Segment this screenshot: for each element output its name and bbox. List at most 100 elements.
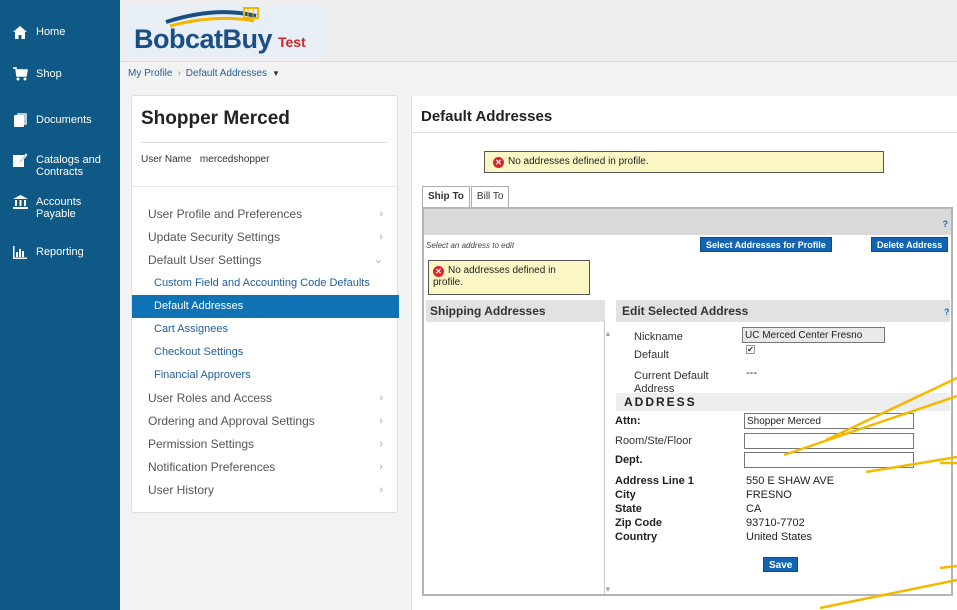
bobcatbuy-logo[interactable]: BobcatBuy Test xyxy=(126,6,324,58)
attn-field[interactable] xyxy=(744,413,914,429)
save-button[interactable]: Save xyxy=(763,557,799,572)
profile-name: Shopper Merced xyxy=(141,108,290,129)
dept-label: Dept. xyxy=(615,454,643,466)
nav-item-reporting[interactable]: Reporting xyxy=(0,244,90,260)
breadcrumb-default-addresses[interactable]: Default Addresses xyxy=(186,68,267,79)
address-tabs: Ship To Bill To xyxy=(422,186,510,207)
menu-label: User History xyxy=(148,483,215,497)
nav-label-documents: Documents xyxy=(36,114,92,126)
country-label: Country xyxy=(615,531,658,543)
menu-permission-settings[interactable]: Permission Settings › xyxy=(132,433,399,456)
tab-bill-to[interactable]: Bill To xyxy=(470,186,510,207)
chevron-right-icon: › xyxy=(379,208,383,220)
documents-icon xyxy=(12,112,28,128)
error-icon: ✕ xyxy=(493,157,504,168)
default-label: Default xyxy=(634,349,669,361)
menu-notification-preferences[interactable]: Notification Preferences › xyxy=(132,456,399,479)
breadcrumb-my-profile[interactable]: My Profile xyxy=(128,68,172,79)
menu-label: Custom Field and Accounting Code Default… xyxy=(154,277,370,289)
menu-ordering-approval[interactable]: Ordering and Approval Settings › xyxy=(132,410,399,433)
menu-default-addresses[interactable]: Default Addresses xyxy=(132,295,399,318)
menu-custom-field-defaults[interactable]: Custom Field and Accounting Code Default… xyxy=(132,272,399,295)
address-section-header: ADDRESS xyxy=(616,393,950,411)
menu-user-roles[interactable]: User Roles and Access › xyxy=(132,387,399,410)
nav-label-shop: Shop xyxy=(36,68,62,80)
nav-item-catalogs[interactable]: Catalogs and Contracts xyxy=(0,152,120,178)
country-value: United States xyxy=(746,531,813,543)
nav-label-catalogs: Catalogs and Contracts xyxy=(36,154,101,178)
state-label: State xyxy=(615,503,642,515)
username-row: User Name mercedshopper xyxy=(141,154,269,165)
left-nav: Home Shop Documents Catalogs and Contrac… xyxy=(0,0,120,610)
menu-label: Checkout Settings xyxy=(154,346,244,358)
scroll-down-icon[interactable]: ▼ xyxy=(604,585,612,594)
error-icon: ✕ xyxy=(433,266,444,277)
username-value: mercedshopper xyxy=(199,154,270,165)
profile-card: Shopper Merced User Name mercedshopper U… xyxy=(131,95,399,513)
scroll-up-icon[interactable]: ▲ xyxy=(604,329,612,338)
menu-label: User Profile and Preferences xyxy=(148,207,303,221)
warning-banner: ✕ No addresses defined in profile. xyxy=(484,151,884,173)
city-value: FRESNO xyxy=(746,489,792,501)
breadcrumb-dropdown-icon[interactable]: ▼ xyxy=(272,69,280,78)
menu-default-user-settings[interactable]: Default User Settings ⌄ xyxy=(132,249,399,272)
logo-wordmark: BobcatBuy xyxy=(134,24,273,54)
nav-item-accounts-payable[interactable]: Accounts Payable xyxy=(0,194,120,220)
profile-menu: User Profile and Preferences › Update Sec… xyxy=(132,203,399,502)
attn-label: Attn: xyxy=(615,415,641,427)
cart-icon xyxy=(12,66,28,82)
menu-user-history[interactable]: User History › xyxy=(132,479,399,502)
page-title: Default Addresses xyxy=(421,108,553,125)
menu-label: Notification Preferences xyxy=(148,460,276,474)
chevron-right-icon: › xyxy=(379,392,383,404)
tab-ship-to[interactable]: Ship To xyxy=(422,186,470,207)
chevron-down-icon: ⌄ xyxy=(373,254,383,266)
shipping-addresses-list[interactable] xyxy=(426,322,605,594)
edit-address-title: Edit Selected Address xyxy=(622,304,749,318)
nickname-field[interactable] xyxy=(742,327,885,343)
room-field[interactable] xyxy=(744,433,914,449)
nav-item-home[interactable]: Home xyxy=(0,24,71,40)
menu-financial-approvers[interactable]: Financial Approvers xyxy=(132,364,399,387)
dept-field[interactable] xyxy=(744,452,914,468)
help-icon[interactable]: ? xyxy=(943,219,949,229)
help-icon[interactable]: ? xyxy=(944,307,950,317)
divider xyxy=(141,142,388,143)
menu-label: Permission Settings xyxy=(148,437,255,451)
chart-icon xyxy=(12,244,28,260)
nav-label-accounts-payable: Accounts Payable xyxy=(36,196,82,220)
select-addresses-button[interactable]: Select Addresses for Profile xyxy=(700,237,832,252)
main-panel: Default Addresses ✕ No addresses defined … xyxy=(411,96,957,610)
menu-label: Cart Assignees xyxy=(154,323,228,335)
menu-update-security[interactable]: Update Security Settings › xyxy=(132,226,399,249)
catalog-icon xyxy=(12,152,28,168)
nickname-label: Nickname xyxy=(634,331,683,343)
menu-label: User Roles and Access xyxy=(148,391,273,405)
edit-address-header: Edit Selected Address xyxy=(616,300,950,322)
home-icon xyxy=(12,24,28,40)
nav-label-reporting: Reporting xyxy=(36,246,84,258)
breadcrumb: My Profile › Default Addresses ▼ xyxy=(128,68,280,79)
menu-cart-assignees[interactable]: Cart Assignees xyxy=(132,318,399,341)
menu-checkout-settings[interactable]: Checkout Settings xyxy=(132,341,399,364)
menu-label: Default Addresses xyxy=(154,300,244,312)
breadcrumb-separator-icon: › xyxy=(177,68,181,79)
divider xyxy=(412,132,957,133)
room-label: Room/Ste/Floor xyxy=(615,435,693,447)
shipping-addresses-header: Shipping Addresses xyxy=(426,300,605,322)
address-line1-value: 550 E SHAW AVE xyxy=(746,475,835,487)
chevron-right-icon: › xyxy=(379,484,383,496)
delete-address-button[interactable]: Delete Address xyxy=(871,237,949,252)
zip-label: Zip Code xyxy=(615,517,663,529)
chevron-right-icon: › xyxy=(379,438,383,450)
nav-item-documents[interactable]: Documents xyxy=(0,112,98,128)
menu-user-profile[interactable]: User Profile and Preferences › xyxy=(132,203,399,226)
divider xyxy=(132,186,397,187)
logo-test-tag: Test xyxy=(278,34,306,50)
nav-item-shop[interactable]: Shop xyxy=(0,66,68,82)
address-line1-label: Address Line 1 xyxy=(615,475,694,487)
top-header: BobcatBuy Test xyxy=(120,0,957,62)
chevron-right-icon: › xyxy=(379,231,383,243)
default-checkbox[interactable]: ✔ xyxy=(746,345,755,354)
nav-label-home: Home xyxy=(36,26,66,38)
